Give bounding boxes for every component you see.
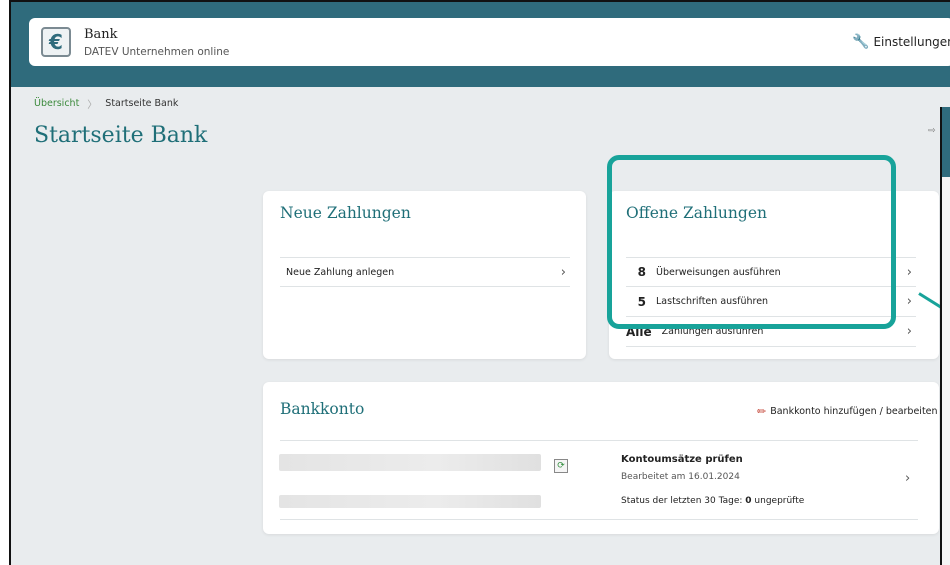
chevron-right-icon: ›: [906, 324, 912, 339]
row-neue-zahlung-anlegen[interactable]: Neue Zahlung anlegen ›: [280, 257, 570, 287]
breadcrumb-current: Startseite Bank: [105, 98, 179, 109]
euro-logo-icon: €: [41, 27, 71, 57]
wrench-icon: 🔧: [852, 34, 870, 50]
row-label: Neue Zahlung anlegen: [286, 266, 395, 278]
expand-arrow-icon[interactable]: ⇨: [928, 126, 936, 136]
row-count: 8: [637, 265, 646, 279]
settings-button[interactable]: 🔧 Einstellungen: [852, 34, 950, 50]
row-ueberweisungen[interactable]: 8 Überweisungen ausführen ›: [626, 257, 916, 287]
account-iban-redacted: [279, 495, 541, 508]
status-suffix: ungeprüfte: [754, 496, 805, 506]
divider: [280, 519, 918, 520]
row-label: Lastschriften ausführen: [656, 296, 769, 307]
divider: [280, 440, 918, 441]
card-title-neue-zahlungen: Neue Zahlungen: [280, 204, 411, 222]
account-entry-title: Kontoumsätze prüfen: [621, 454, 743, 465]
chevron-right-icon: ›: [905, 471, 911, 486]
row-count: 5: [637, 294, 646, 309]
row-label: Überweisungen ausführen: [656, 266, 781, 278]
app-frame: € Bank DATEV Unternehmen online 🔧 Einste…: [9, 0, 950, 565]
status-prefix: Status der letzten 30 Tage:: [621, 496, 743, 506]
side-panel-header: [942, 107, 950, 177]
edit-link-label: Bankkonto hinzufügen / bearbeiten: [770, 406, 938, 417]
card-offene-zahlungen: Offene Zahlungen 8 Überweisungen ausführ…: [609, 191, 939, 359]
breadcrumb-root-link[interactable]: Übersicht: [34, 98, 79, 109]
status-count: 0: [745, 496, 752, 506]
card-title-bankkonto: Bankkonto: [280, 400, 365, 418]
settings-label: Einstellungen: [873, 35, 950, 49]
account-entry-status: Status der letzten 30 Tage: 0 ungeprüfte: [621, 496, 804, 506]
pencil-icon: ✏: [757, 405, 767, 418]
header-bar: € Bank DATEV Unternehmen online 🔧 Einste…: [29, 18, 950, 66]
sync-icon[interactable]: ⟳: [554, 459, 568, 473]
account-entry-date: Bearbeitet am 16.01.2024: [621, 472, 740, 482]
breadcrumb: Übersicht 〉 Startseite Bank: [34, 96, 178, 111]
row-label: Zahlungen ausführen: [661, 326, 764, 337]
row-lastschriften[interactable]: 5 Lastschriften ausführen ›: [626, 287, 916, 317]
account-name-redacted: [279, 454, 541, 471]
card-title-offene-zahlungen: Offene Zahlungen: [626, 204, 767, 222]
side-panel: [940, 107, 950, 565]
app-title: Bank: [84, 27, 118, 42]
app-subtitle: DATEV Unternehmen online: [84, 46, 230, 58]
chevron-right-icon: ›: [560, 264, 566, 280]
chevron-right-icon: ›: [906, 294, 912, 309]
row-alle-zahlungen[interactable]: Alle Zahlungen ausführen ›: [626, 317, 916, 347]
row-count: Alle: [626, 324, 652, 339]
chevron-right-icon: ›: [906, 264, 912, 280]
bankkonto-edit-link[interactable]: ✏ Bankkonto hinzufügen / bearbeiten: [757, 405, 938, 418]
card-neue-zahlungen: Neue Zahlungen Neue Zahlung anlegen ›: [263, 191, 586, 359]
chevron-right-icon: 〉: [87, 100, 98, 111]
page-title: Startseite Bank: [34, 123, 208, 148]
